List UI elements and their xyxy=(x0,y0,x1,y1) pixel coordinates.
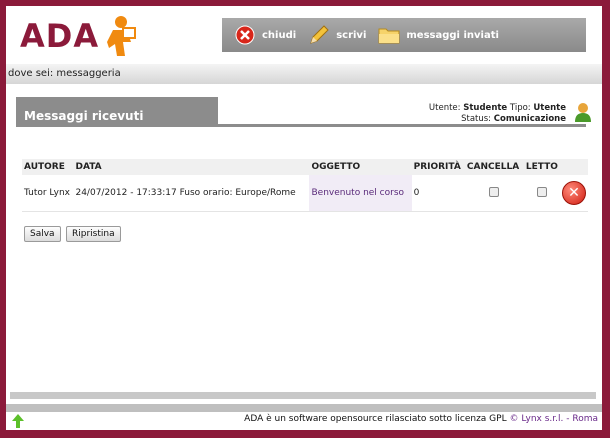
user-value: Studente xyxy=(463,103,508,113)
breadcrumb: dove sei: messaggeria xyxy=(6,64,602,84)
type-label: Tipo: xyxy=(509,103,531,113)
pencil-icon xyxy=(308,24,330,46)
main-toolbar: chiudi scrivi messaggi inviati xyxy=(222,18,586,52)
close-icon xyxy=(234,24,256,46)
up-arrow-icon[interactable] xyxy=(12,414,24,428)
footer-copyright-link[interactable]: © Lynx s.r.l. - Roma xyxy=(509,414,598,424)
user-avatar-icon xyxy=(575,103,591,122)
delete-message-button[interactable]: ✕ xyxy=(562,181,586,205)
close-label: chiudi xyxy=(262,29,297,41)
col-actions xyxy=(560,159,588,175)
user-info: Utente: Studente Tipo: Utente Status: Co… xyxy=(429,103,566,125)
status-value: Comunicazione xyxy=(493,114,566,124)
col-author: AUTORE xyxy=(22,159,74,175)
col-date: DATA xyxy=(73,159,310,175)
status-label: Status: xyxy=(461,114,492,124)
col-priority: PRIORITÀ xyxy=(411,159,465,175)
row-divider xyxy=(22,211,588,212)
write-label: scrivi xyxy=(336,29,367,41)
type-value: Utente xyxy=(533,103,566,113)
messages-table: AUTORE DATA OGGETTO PRIORITÀ CANCELLA LE… xyxy=(22,159,588,211)
table-row: Tutor Lynx 24/07/2012 - 17:33:17 Fuso or… xyxy=(22,175,588,211)
footer-text: ADA è un software opensource rilasciato … xyxy=(244,414,598,424)
row-date: 24/07/2012 - 17:33:17 Fuso orario: Europ… xyxy=(75,188,296,198)
page-title: Messaggi ricevuti xyxy=(16,97,218,127)
row-subject-link[interactable]: Benvenuto nel corso xyxy=(309,175,412,211)
delete-x-icon: ✕ xyxy=(568,185,580,201)
row-priority: 0 xyxy=(413,188,420,198)
row-author: Tutor Lynx xyxy=(24,188,70,198)
ada-logo[interactable]: ADA xyxy=(20,14,137,58)
read-checkbox[interactable] xyxy=(536,186,547,197)
save-button[interactable]: Salva xyxy=(24,226,61,242)
table-header-row: AUTORE DATA OGGETTO PRIORITÀ CANCELLA LE… xyxy=(22,159,588,175)
footer-license: ADA è un software opensource rilasciato … xyxy=(244,414,507,424)
logo-figure-icon xyxy=(107,16,137,56)
close-button[interactable]: chiudi xyxy=(234,24,296,46)
user-label: Utente: xyxy=(428,103,461,113)
footer-bar xyxy=(6,404,602,412)
logo-text: ADA xyxy=(20,17,100,55)
footer: ADA è un software opensource rilasciato … xyxy=(6,404,602,430)
reset-button[interactable]: Ripristina xyxy=(66,226,121,242)
col-subject: OGGETTO xyxy=(309,159,412,175)
sent-messages-label: messaggi inviati xyxy=(406,29,499,41)
col-read: LETTO xyxy=(523,159,560,175)
page-frame: ADA chiudi scrivi messaggi inviati dove xyxy=(6,6,602,430)
col-delete: CANCELLA xyxy=(464,159,524,175)
folder-icon xyxy=(378,24,400,46)
horizontal-scrollbar[interactable] xyxy=(10,392,596,399)
delete-checkbox[interactable] xyxy=(489,186,500,197)
sent-messages-button[interactable]: messaggi inviati xyxy=(378,24,499,46)
write-button[interactable]: scrivi xyxy=(308,24,366,46)
